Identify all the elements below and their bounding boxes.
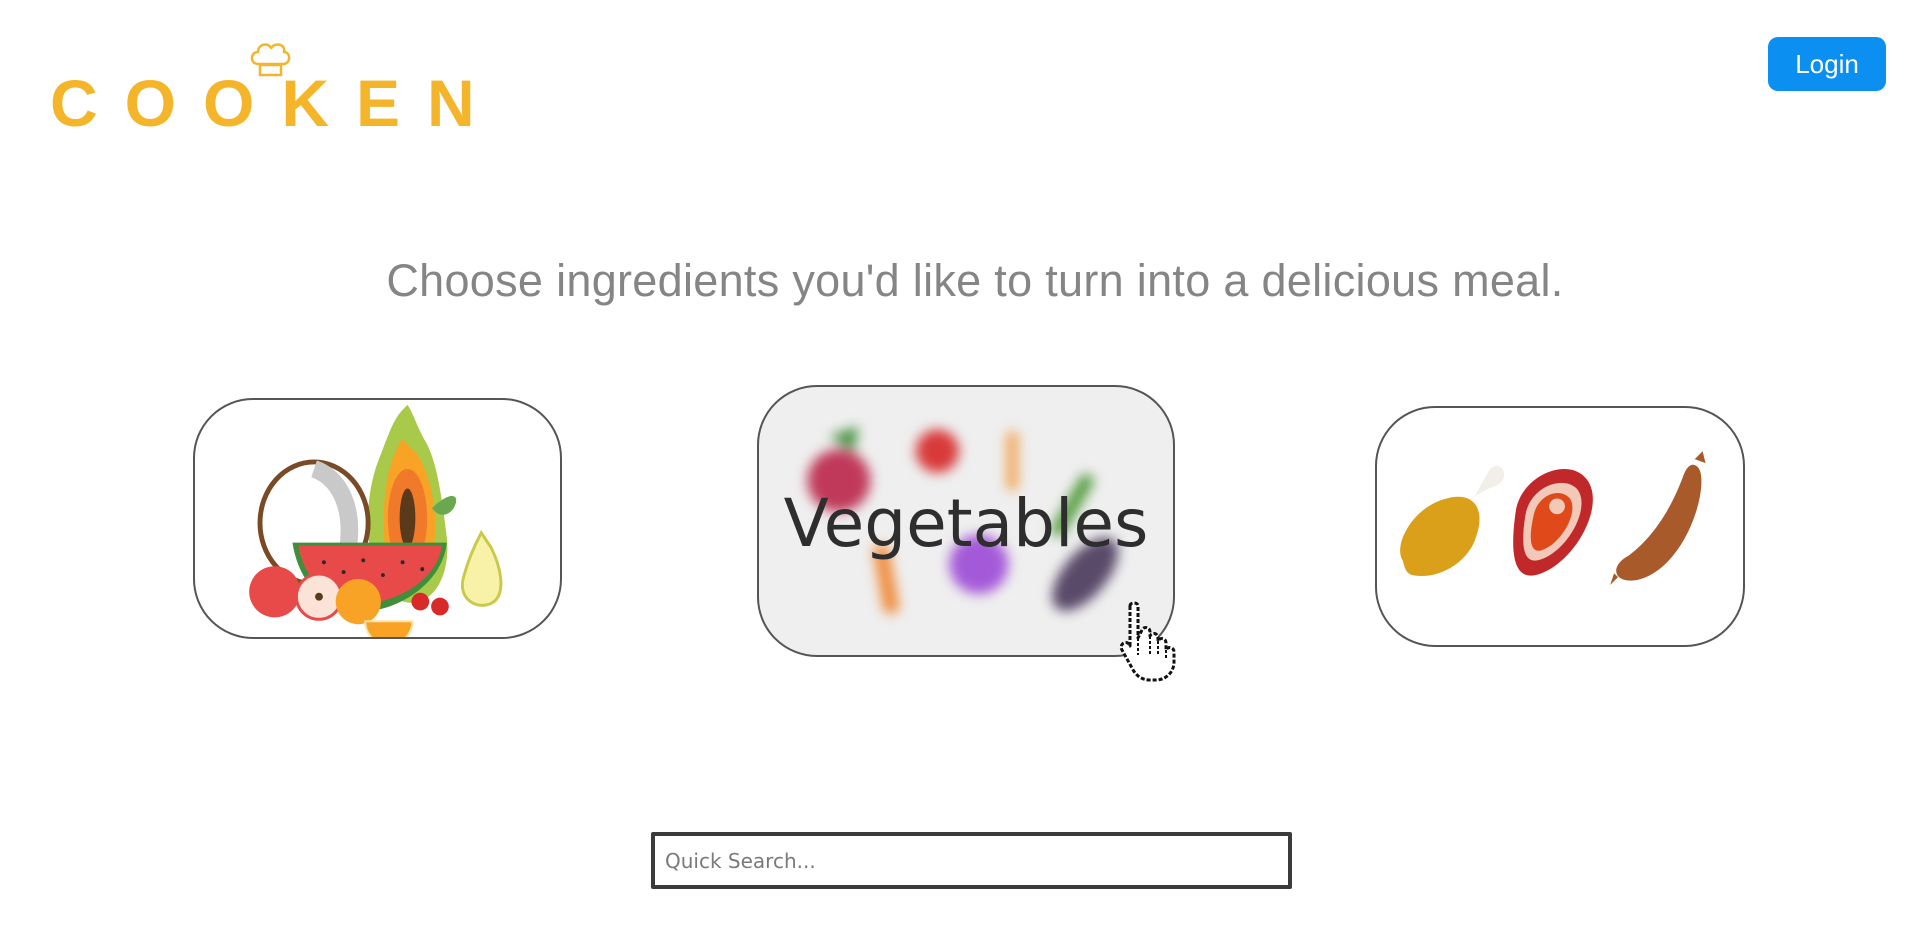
category-label-vegetables: Vegetables [783,485,1149,562]
page: COOKEN Login Choose ingredients you'd li… [0,0,1920,938]
cooken-logo[interactable]: COOKEN [50,40,475,140]
login-button[interactable]: Login [1768,37,1886,91]
fruits-illustration-icon [249,404,503,637]
category-card-vegetables[interactable]: Vegetables [757,385,1175,657]
category-card-fruits[interactable] [193,398,562,639]
hand-pointer-cursor-icon [1119,601,1176,682]
logo-text: COOKEN [50,66,502,140]
page-headline: Choose ingredients you'd like to turn in… [386,255,1564,306]
category-card-meat[interactable] [1375,406,1745,647]
quick-search-input[interactable] [651,832,1292,889]
meat-illustration-icon [1400,451,1706,586]
